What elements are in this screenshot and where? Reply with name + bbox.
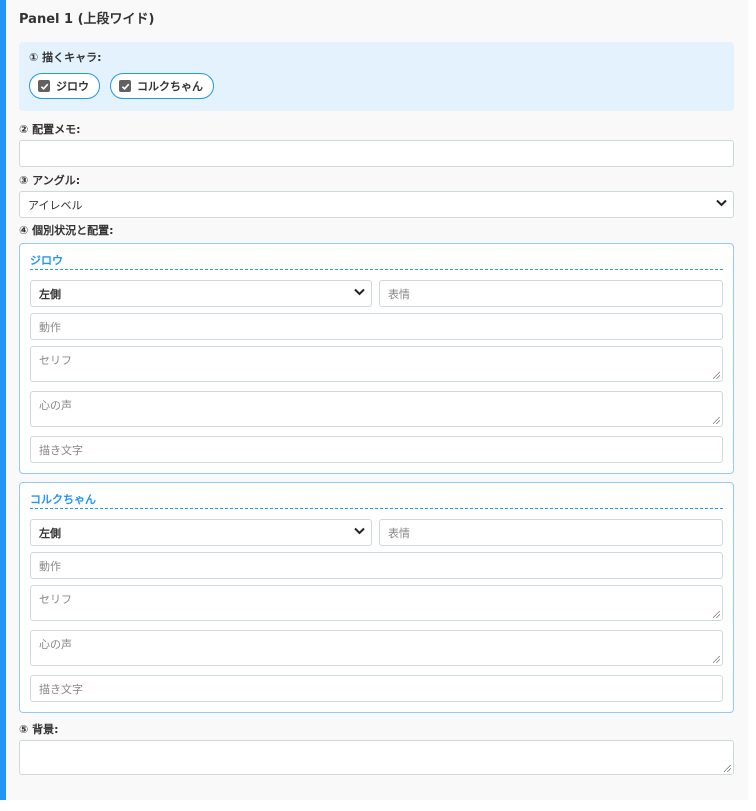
resize-grip-icon[interactable]: [724, 765, 731, 772]
characters-section: ① 描くキャラ: ジロウ コルクちゃん: [19, 42, 734, 111]
chip-jirou[interactable]: ジロウ: [29, 73, 100, 99]
angle-select[interactable]: アイレベル: [19, 191, 734, 218]
chip-koruku[interactable]: コルクちゃん: [110, 73, 214, 99]
position-select[interactable]: 左側: [30, 519, 372, 546]
background-label: ⑤ 背景:: [19, 723, 59, 736]
inner-voice-textarea[interactable]: 心の声: [30, 391, 723, 427]
sfx-input[interactable]: 描き文字: [30, 436, 723, 463]
chip-label: ジロウ: [56, 80, 89, 93]
panel-card: Panel 1 (上段ワイド) ① 描くキャラ: ジロウ コルクちゃん ② 配置…: [0, 0, 748, 800]
position-selected-value: 左側: [39, 287, 61, 301]
panel-title: Panel 1 (上段ワイド): [19, 12, 155, 27]
checkbox-checked-icon[interactable]: [38, 80, 50, 92]
resize-grip-icon[interactable]: [713, 611, 720, 618]
dialogue-textarea[interactable]: セリフ: [30, 585, 723, 621]
inner-voice-placeholder: 心の声: [39, 638, 72, 651]
position-expression-row: 左側 表情: [30, 519, 723, 546]
sfx-input[interactable]: 描き文字: [30, 675, 723, 702]
resize-grip-icon[interactable]: [713, 656, 720, 663]
inner-voice-textarea[interactable]: 心の声: [30, 630, 723, 666]
inner-voice-placeholder: 心の声: [39, 399, 72, 412]
angle-label: ③ アングル:: [19, 174, 81, 187]
chevron-down-icon: [354, 288, 365, 299]
chevron-down-icon: [354, 527, 365, 538]
resize-grip-icon[interactable]: [713, 417, 720, 424]
position-expression-row: 左側 表情: [30, 280, 723, 307]
dialogue-placeholder: セリフ: [39, 354, 72, 367]
character-name: コルクちゃん: [30, 493, 723, 509]
character-card-koruku: コルクちゃん 左側 表情 動作 セリフ 心の声 描き文字: [19, 482, 734, 713]
expression-input[interactable]: 表情: [379, 519, 723, 546]
action-input[interactable]: 動作: [30, 552, 723, 579]
individual-label: ④ 個別状況と配置:: [19, 224, 114, 237]
layout-memo-input[interactable]: [19, 140, 734, 167]
checkbox-checked-icon[interactable]: [119, 80, 131, 92]
position-selected-value: 左側: [39, 526, 61, 540]
layout-memo-label: ② 配置メモ:: [19, 123, 81, 136]
dialogue-textarea[interactable]: セリフ: [30, 346, 723, 382]
background-textarea[interactable]: [19, 740, 734, 775]
chevron-down-icon: [716, 199, 727, 210]
expression-input[interactable]: 表情: [379, 280, 723, 307]
dialogue-placeholder: セリフ: [39, 593, 72, 606]
action-input[interactable]: 動作: [30, 313, 723, 340]
character-card-jirou: ジロウ 左側 表情 動作 セリフ 心の声 描き文字: [19, 243, 734, 474]
character-name: ジロウ: [30, 254, 723, 270]
character-chips: ジロウ コルクちゃん: [29, 73, 724, 99]
angle-selected-value: アイレベル: [28, 198, 83, 212]
characters-label: ① 描くキャラ:: [29, 51, 102, 64]
chip-label: コルクちゃん: [137, 80, 203, 93]
position-select[interactable]: 左側: [30, 280, 372, 307]
resize-grip-icon[interactable]: [713, 372, 720, 379]
